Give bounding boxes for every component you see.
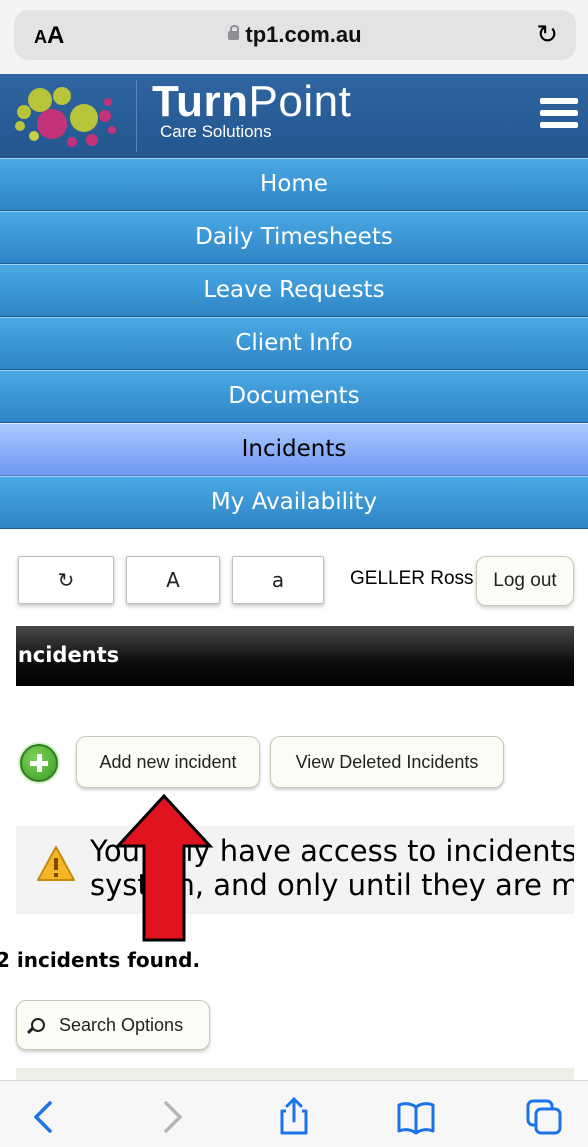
page-title-bar: Incidents: [10, 626, 574, 686]
logo-separator: [136, 80, 137, 152]
nav-item-client-info[interactable]: Client Info: [0, 317, 588, 370]
add-icon[interactable]: [20, 744, 58, 782]
nav-item-my-availability[interactable]: My Availability: [0, 476, 588, 529]
nav-item-home[interactable]: Home: [0, 158, 588, 211]
user-name: GELLER Ross: [350, 568, 474, 589]
bookmarks-icon[interactable]: [396, 1097, 436, 1137]
results-area-edge: [16, 1068, 574, 1080]
large-text-button[interactable]: A: [126, 556, 220, 604]
nav-item-leave-requests[interactable]: Leave Requests: [0, 264, 588, 317]
refresh-button[interactable]: ↻: [18, 556, 114, 604]
brand-logo-text: TurnPoint Care Solutions: [152, 77, 352, 141]
tabs-icon[interactable]: [524, 1097, 564, 1137]
search-icon: [31, 1018, 45, 1032]
access-warning: You only have access to incidents t syst…: [16, 826, 574, 914]
share-icon[interactable]: [274, 1097, 314, 1137]
url-field[interactable]: AA tp1.com.au ↻: [14, 10, 576, 60]
view-deleted-incidents-button[interactable]: View Deleted Incidents: [270, 736, 504, 788]
main-nav: Home Daily Timesheets Leave Requests Cli…: [0, 158, 588, 529]
site-header: TurnPoint Care Solutions: [0, 74, 588, 159]
safari-toolbar: [0, 1080, 588, 1147]
logout-button[interactable]: Log out: [476, 556, 574, 606]
small-text-button[interactable]: a: [232, 556, 324, 604]
menu-icon[interactable]: [540, 98, 578, 134]
search-options-button[interactable]: Search Options: [16, 1000, 210, 1050]
url-text: tp1.com.au: [14, 22, 576, 48]
warning-icon: [37, 846, 75, 881]
turnpoint-logo-icon: [15, 87, 116, 147]
annotation-arrow-icon: [114, 794, 214, 942]
safari-address-bar: AA tp1.com.au ↻: [0, 0, 588, 74]
lock-icon: [228, 25, 240, 40]
forward-icon[interactable]: [152, 1097, 192, 1137]
incidents-found-text: 2 incidents found.: [0, 948, 201, 972]
page-title: Incidents: [10, 643, 120, 667]
nav-item-documents[interactable]: Documents: [0, 370, 588, 423]
nav-item-daily-timesheets[interactable]: Daily Timesheets: [0, 211, 588, 264]
nav-item-incidents[interactable]: Incidents: [0, 423, 588, 476]
add-new-incident-button[interactable]: Add new incident: [76, 736, 260, 788]
back-icon[interactable]: [24, 1097, 64, 1137]
reload-icon[interactable]: ↻: [536, 20, 558, 50]
